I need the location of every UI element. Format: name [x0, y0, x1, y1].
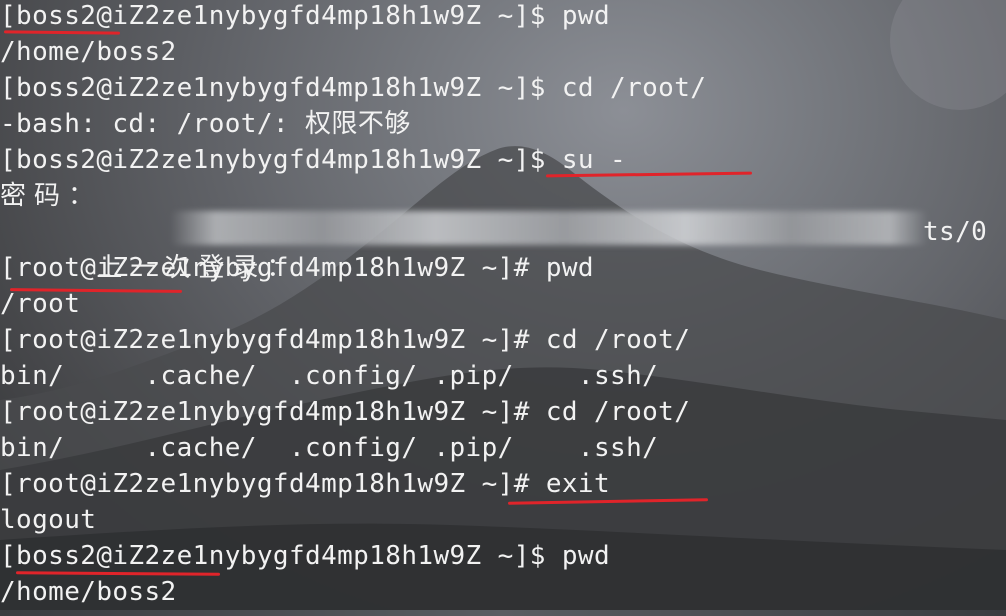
terminal-line: /home/boss2 — [0, 37, 177, 67]
window-bottom-edge — [0, 610, 1006, 616]
terminal-line: [root@iZ2ze1nybygfd4mp18h1w9Z ~]# cd /ro… — [0, 325, 691, 355]
tty-tail: ts/0 — [923, 217, 988, 247]
terminal-line: [boss2@iZ2ze1nybygfd4mp18h1w9Z ~]$ pwd — [0, 1, 611, 31]
terminal-line: 密码： — [0, 181, 103, 211]
terminal-output: [boss2@iZ2ze1nybygfd4mp18h1w9Z ~]$ pwd /… — [0, 0, 1006, 610]
terminal-line: [boss2@iZ2ze1nybygfd4mp18h1w9Z ~]$ cd /r… — [0, 73, 707, 103]
terminal-line: [root@iZ2ze1nybygfd4mp18h1w9Z ~]# cd /ro… — [0, 397, 691, 427]
terminal-line: [boss2@iZ2ze1nybygfd4mp18h1w9Z ~]$ pwd — [0, 541, 611, 571]
terminal-line: /home/boss2 — [0, 577, 177, 607]
terminal-line: logout — [0, 505, 97, 535]
terminal-line: bin/ .cache/ .config/ .pip/ .ssh/ — [0, 433, 659, 463]
terminal-line: bin/ .cache/ .config/ .pip/ .ssh/ — [0, 361, 659, 391]
terminal-line: [root@iZ2ze1nybygfd4mp18h1w9Z ~]# exit — [0, 469, 611, 499]
terminal-window[interactable]: [boss2@iZ2ze1nybygfd4mp18h1w9Z ~]$ pwd /… — [0, 0, 1006, 616]
terminal-line: [boss2@iZ2ze1nybygfd4mp18h1w9Z ~]$ su - — [0, 145, 627, 175]
terminal-line-last-login: 上一次登录： ts/0 — [0, 214, 1006, 283]
terminal-line: [root@iZ2ze1nybygfd4mp18h1w9Z ~]# pwd — [0, 253, 594, 283]
terminal-line: -bash: cd: /root/: 权限不够 — [0, 109, 411, 139]
